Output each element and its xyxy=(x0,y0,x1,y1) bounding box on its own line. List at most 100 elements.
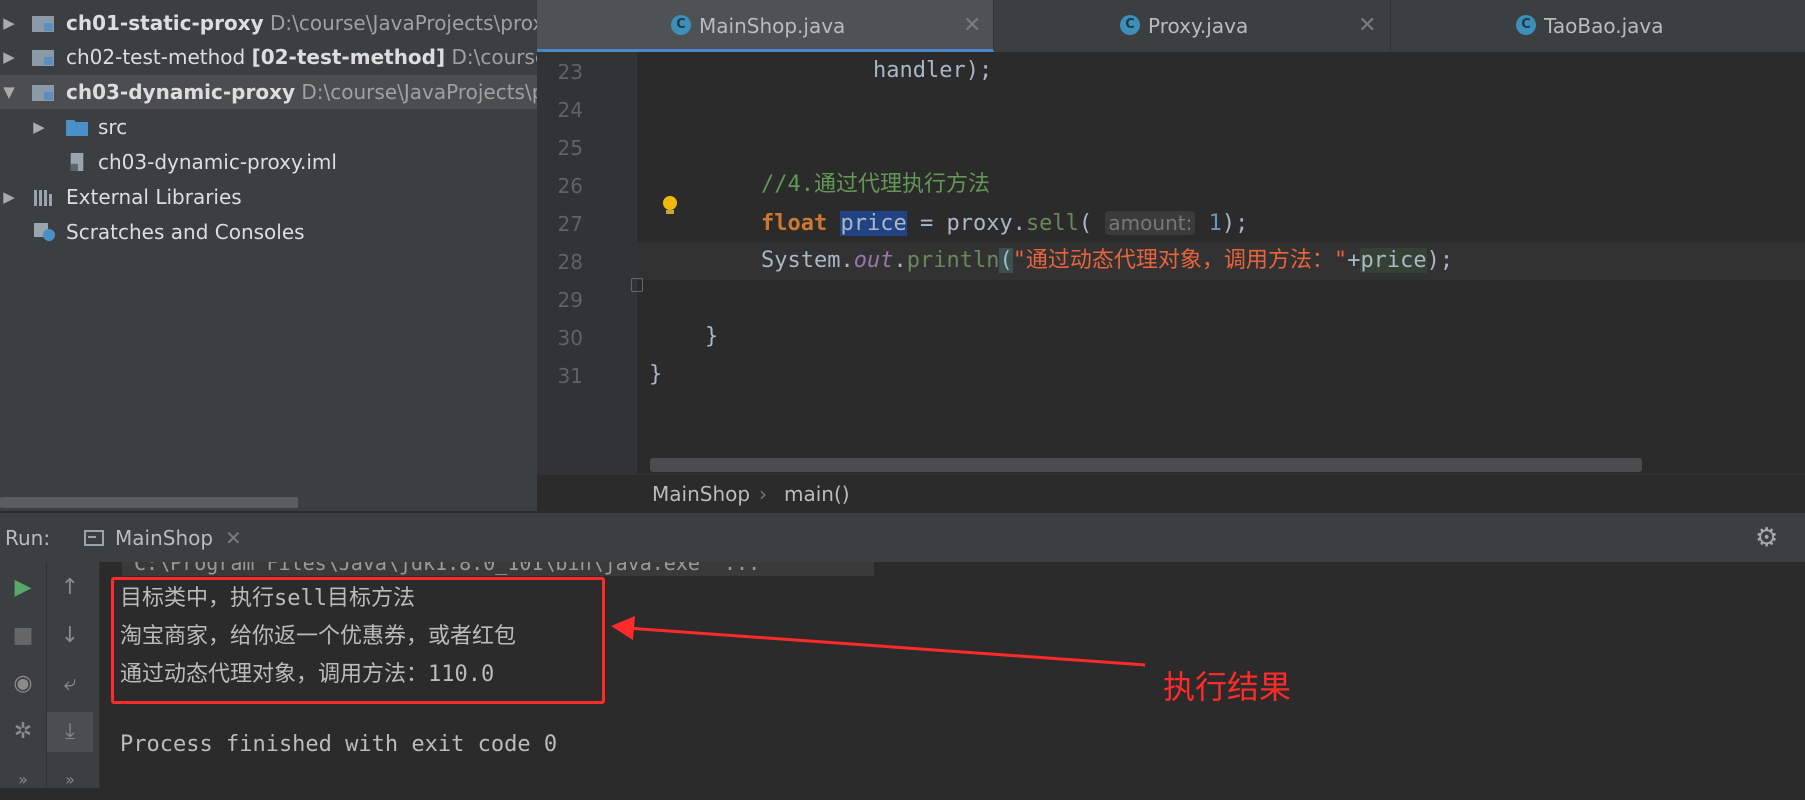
scroll-to-end-icon[interactable]: ⤓ xyxy=(47,712,93,752)
annotation-arrow-icon xyxy=(611,616,1146,667)
line-number: 28 xyxy=(557,250,583,274)
module-folder-icon xyxy=(32,50,54,66)
arrow-up-icon[interactable]: ↑ xyxy=(47,568,93,608)
code-token: } xyxy=(649,362,663,387)
run-toolbar-right: ↑ ↓ ⤶ ⤓ » xyxy=(47,562,100,789)
run-toolbar-left: ▶ ■ ◉ ✲ » xyxy=(0,562,47,789)
tree-item-ch01-static-proxy[interactable]: ▶ ch01-static-proxy D:\course\JavaProjec… xyxy=(0,6,537,40)
tree-item-path: D:\course\Ja xyxy=(451,45,538,69)
tree-item-scratches[interactable]: Scratches and Consoles xyxy=(0,215,537,249)
tab-label: TaoBao.java xyxy=(1544,14,1664,38)
code-field: out xyxy=(853,248,894,273)
tab-taobao[interactable]: C TaoBao.java xyxy=(1390,0,1805,52)
code-string: "通过动态代理对象，调用方法：" xyxy=(1012,248,1348,273)
collapse-arrow-icon[interactable]: ▼ xyxy=(0,75,18,109)
close-icon[interactable]: ✕ xyxy=(1358,0,1376,52)
tree-item-label: Scratches and Consoles xyxy=(66,220,305,244)
close-icon[interactable]: ✕ xyxy=(963,0,981,52)
code-token: + xyxy=(1347,248,1361,273)
line-number: 25 xyxy=(557,136,583,160)
tree-item-label: ch03-dynamic-proxy xyxy=(66,80,296,104)
run-label: Run: xyxy=(5,526,51,550)
tab-mainshop[interactable]: C MainShop.java ✕ xyxy=(537,0,994,52)
code-method: sell xyxy=(1025,211,1079,236)
line-number: 27 xyxy=(557,212,583,236)
java-class-icon: C xyxy=(671,15,691,35)
scratches-icon xyxy=(34,223,55,241)
module-folder-icon xyxy=(32,16,54,32)
java-class-icon: C xyxy=(1120,15,1140,35)
expand-arrow-icon[interactable]: ▶ xyxy=(0,180,18,214)
code-number: 1 xyxy=(1208,211,1222,236)
pin-icon[interactable]: ✲ xyxy=(0,712,46,752)
tree-item-label: ch01-static-proxy xyxy=(66,11,264,35)
more-icon[interactable]: » xyxy=(0,760,46,800)
code-token: ( xyxy=(999,248,1013,273)
gear-icon[interactable]: ⚙ xyxy=(1755,513,1778,563)
run-panel-header: Run: MainShop ✕ ⚙ xyxy=(0,512,1805,564)
run-tab-label: MainShop xyxy=(115,526,214,550)
code-token: ); xyxy=(1426,248,1454,273)
code-comment: //4.通过代理执行方法 xyxy=(761,172,990,197)
code-variable: price xyxy=(840,211,907,236)
tree-item-label: ch02-test-method xyxy=(66,45,246,69)
breadcrumb: MainShop › main() xyxy=(537,474,1805,513)
editor-horizontal-scrollbar[interactable] xyxy=(650,458,1642,472)
code-line-27: System.out.println("通过动态代理对象，调用方法："+pric… xyxy=(637,242,1805,280)
code-variable: price xyxy=(1360,248,1427,273)
tree-item-module: [02-test-method] xyxy=(251,45,446,69)
stop-icon[interactable]: ■ xyxy=(0,616,46,656)
code-token: ( xyxy=(1078,211,1093,236)
project-tree-panel: ▶ ch01-static-proxy D:\course\JavaProjec… xyxy=(0,0,537,511)
tree-item-label: src xyxy=(98,115,128,139)
code-token: handler); xyxy=(873,58,993,83)
expand-arrow-icon[interactable]: ▶ xyxy=(0,40,18,74)
tab-label: MainShop.java xyxy=(699,14,846,38)
expand-arrow-icon[interactable]: ▶ xyxy=(0,6,18,40)
code-editor[interactable]: handler); //4.通过代理执行方法 float price = pro… xyxy=(637,52,1805,474)
tree-item-external-libraries[interactable]: ▶ External Libraries xyxy=(0,180,537,214)
breadcrumb-class[interactable]: MainShop xyxy=(652,475,750,513)
run-config-icon xyxy=(84,530,104,546)
code-token: = proxy. xyxy=(906,211,1026,236)
code-line-29: } xyxy=(637,318,1805,356)
camera-icon[interactable]: ◉ xyxy=(0,664,46,704)
annotation-label: 执行结果 xyxy=(1163,668,1292,706)
code-line-23: handler); xyxy=(637,52,1805,90)
tree-item-path: D:\course\JavaProjects\prox xyxy=(301,80,537,104)
iml-file-icon xyxy=(70,153,84,171)
more-icon[interactable]: » xyxy=(47,760,93,800)
fold-marker-icon[interactable] xyxy=(631,278,643,292)
lightbulb-icon[interactable] xyxy=(661,195,679,217)
console-command-line: C:\Program Files\Java\jdk1.8.0_101\bin\j… xyxy=(122,562,874,576)
code-token: System. xyxy=(761,248,854,273)
rerun-icon[interactable]: ▶ xyxy=(0,568,46,608)
project-horizontal-scrollbar[interactable] xyxy=(0,497,298,508)
tree-item-label: External Libraries xyxy=(66,185,242,209)
tree-item-iml-file[interactable]: ch03-dynamic-proxy.iml xyxy=(0,145,537,179)
line-number: 30 xyxy=(557,326,583,350)
code-token: . xyxy=(893,248,907,273)
tree-item-src[interactable]: ▶ src xyxy=(0,110,537,144)
line-number: 26 xyxy=(557,174,583,198)
tree-item-path: D:\course\JavaProjects\proxy-p xyxy=(269,11,537,35)
code-line-26: float price = proxy.sell( amount: 1); xyxy=(637,204,1805,242)
expand-arrow-icon[interactable]: ▶ xyxy=(30,110,48,144)
line-number: 29 xyxy=(557,288,583,312)
close-icon[interactable]: ✕ xyxy=(225,513,242,563)
arrow-down-icon[interactable]: ↓ xyxy=(47,616,93,656)
tree-item-ch03-dynamic-proxy[interactable]: ▼ ch03-dynamic-proxy D:\course\JavaProje… xyxy=(0,75,537,109)
soft-wrap-icon[interactable]: ⤶ xyxy=(47,664,93,704)
tab-proxy[interactable]: C Proxy.java ✕ xyxy=(994,0,1391,52)
libraries-icon xyxy=(34,190,52,206)
breadcrumb-separator-icon: › xyxy=(759,482,767,506)
editor-tab-bar: C MainShop.java ✕ C Proxy.java ✕ C TaoBa… xyxy=(537,0,1805,53)
line-number: 23 xyxy=(557,60,583,84)
breadcrumb-method[interactable]: main() xyxy=(784,475,850,513)
highlight-box xyxy=(111,577,605,704)
java-class-icon: C xyxy=(1516,15,1536,35)
line-number-gutter: 23 24 25 26 27 28 29 30 31 xyxy=(537,52,637,474)
tree-item-ch02-test-method[interactable]: ▶ ch02-test-method [02-test-method] D:\c… xyxy=(0,40,537,74)
code-keyword: float xyxy=(761,211,828,236)
module-folder-icon xyxy=(32,85,54,101)
